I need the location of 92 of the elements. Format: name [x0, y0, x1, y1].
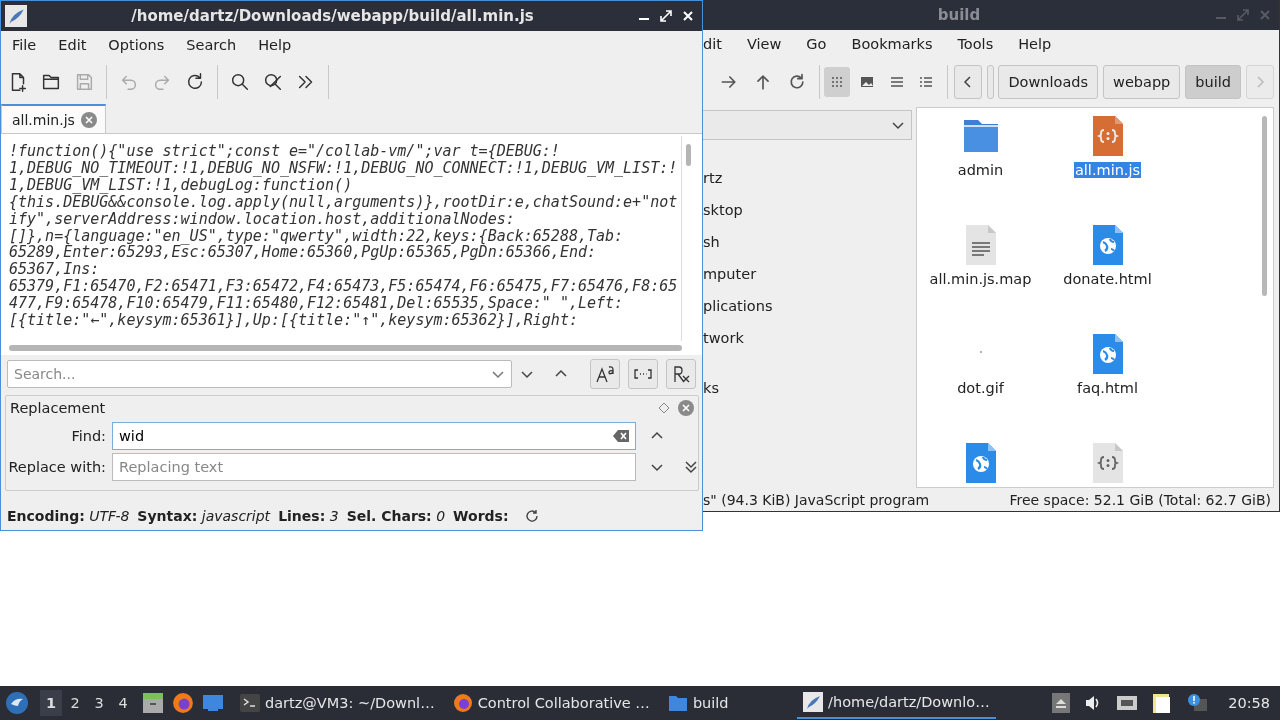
whole-word-icon [633, 367, 653, 381]
taskbar-task[interactable]: dartz@VM3: ~/Downl… [234, 687, 441, 719]
search-icon[interactable] [229, 71, 251, 93]
web-page-icon [1092, 334, 1123, 374]
menu-item[interactable]: Bookmarks [851, 36, 946, 52]
file-name[interactable]: dot.gif [956, 380, 1005, 396]
notification-icon[interactable] [1186, 693, 1209, 713]
workspace-button[interactable]: 3 [88, 690, 110, 716]
match-case-button[interactable] [590, 359, 620, 389]
file-name[interactable]: faq.html [1076, 380, 1139, 396]
file-name[interactable]: donate.html [1062, 271, 1153, 287]
reload-icon[interactable] [787, 72, 807, 92]
path-button[interactable]: build [1185, 65, 1241, 99]
sidebar-item[interactable]: ks [703, 372, 912, 404]
path-button[interactable]: Downloads [998, 65, 1099, 99]
script-file-icon [1092, 116, 1123, 156]
menu-item[interactable]: Options [97, 37, 176, 53]
code-text: !function(){"use strict";const e="/collab-vm/";var t={DEBUG:! 1,DEBUG_NO_TIMEOUT:!1,DEBUG_NO_NSFW:!1,DEBUG_NO_CONNECT:!1,DEBUG_VM_LIST:! 1,DEBUG_VM_LIST:!1,debugLog:function() {this.DEBUG&&console.log.apply(null,arguments)},rootDir:e,chatSound:e+"not ify",serverAddress:window.location.host,additionalNodes: []},n={language:"en_US",type:"qwerty",width:22,keys:{Back:65288,Tab: 65289,Enter:65293,Esc:65307,Home:65360,PgUp:65365,PgDn:65366,End: 65367,Ins: 65379,F1:65470,F2:65471,F3:65472,F4:65473,F5:65474,F6:65475,F7:65476,F8:65 477,F9:65478,F10:65479,F11:65480,F12:65481,Del:65535,Space:" ",Left: [{title:"←",keysym:65361}],Up:[{title:"↑",keysym:65362}],Right: [8, 141, 679, 332]
file-name[interactable]: all.min.js [1073, 162, 1142, 178]
menu-item[interactable]: dit [703, 36, 735, 52]
status-text: s" (94.3 KiB) JavaScript program [703, 492, 930, 508]
status-item: Syntax: javascript [137, 508, 271, 524]
window-title: /home/dartz/Downloads/webapp/build/all.min.js [130, 7, 535, 25]
sidebar-item[interactable]: twork [703, 322, 912, 354]
sidebar-item[interactable]: plications [703, 290, 912, 322]
close-tab-icon[interactable] [80, 111, 97, 128]
scrollbar-thumb[interactable] [1262, 116, 1267, 296]
clock: 20:58 [1228, 695, 1270, 711]
taskbar-task[interactable]: /home/dartz/Downlo… [797, 687, 996, 719]
text-editor-icon [5, 5, 27, 27]
close-panel-icon[interactable] [678, 400, 694, 416]
taskbar-task[interactable]: Control Collaborative … [446, 687, 656, 719]
terminal-icon [240, 694, 260, 712]
menu-item[interactable]: Go [806, 36, 840, 52]
file-name[interactable]: admin [956, 162, 1005, 178]
regex-button[interactable] [666, 359, 696, 389]
menu-item[interactable]: View [746, 36, 795, 52]
browser-icon [452, 693, 473, 713]
sidebar-item[interactable]: mputer [703, 258, 912, 290]
view-mode-button[interactable] [823, 67, 850, 97]
folder-icon [963, 120, 998, 152]
file-tab[interactable]: all.min.js [1, 104, 106, 133]
scrollbar-thumb[interactable] [9, 345, 682, 351]
menu-item[interactable]: File [1, 37, 48, 53]
menu-item[interactable]: Edit [47, 37, 98, 53]
text-file-icon [965, 225, 996, 265]
free-space-text: Free space: 52.1 GiB (Total: 62.7 GiB) [1009, 492, 1271, 508]
window-title: build [936, 6, 982, 24]
status-item: Lines: 3 [278, 508, 339, 524]
scrollbar-thumb[interactable] [686, 144, 691, 166]
app-menu-icon[interactable] [6, 692, 28, 714]
replace-all-icon[interactable] [684, 459, 698, 474]
eject-icon[interactable] [1052, 693, 1071, 713]
file-name[interactable]: all.min.js.map [928, 271, 1033, 287]
refresh-icon[interactable] [524, 509, 539, 523]
whole-word-button[interactable] [628, 359, 658, 389]
workspace-button[interactable]: 4 [112, 690, 134, 716]
path-button[interactable]: webapp [1103, 65, 1181, 99]
web-page-icon [1092, 225, 1123, 265]
compact-view-icon [888, 74, 905, 90]
menu-item[interactable]: Search [175, 37, 248, 53]
regex-icon [671, 364, 691, 384]
find-label: Find: [70, 427, 107, 444]
taskbar-task[interactable]: build [661, 687, 735, 719]
menu-item[interactable]: Help [247, 37, 303, 53]
clear-icon[interactable] [613, 429, 629, 442]
find-replace-icon[interactable] [262, 71, 284, 93]
sidebar-item[interactable]: sktop [703, 194, 912, 226]
detail-view-icon [918, 74, 935, 90]
workspace-button[interactable]: 2 [64, 690, 86, 716]
web-page-icon [965, 443, 996, 483]
browser-icon[interactable] [172, 692, 194, 714]
folder-icon [667, 694, 688, 712]
match-case-icon [595, 364, 615, 384]
sidebar-item[interactable]: rtz [703, 162, 912, 194]
text-editor-icon [803, 692, 824, 712]
status-item: Sel. Chars: 0 [346, 508, 446, 524]
network-icon[interactable] [1116, 694, 1139, 712]
panel-title: Replacement [10, 400, 107, 416]
status-item: Encoding: UTF-8 [7, 508, 130, 524]
float-icon[interactable] [658, 402, 670, 414]
clipboard-icon[interactable] [1152, 692, 1173, 714]
replace-label: Replace with: [7, 458, 107, 475]
script-file-icon [1092, 443, 1123, 483]
menu-item[interactable]: Tools [957, 36, 1007, 52]
desktop-icon[interactable] [202, 693, 224, 713]
workspace-button[interactable]: 1 [40, 690, 62, 716]
file-cabinet-icon[interactable] [142, 692, 164, 714]
status-item: Words: [453, 508, 509, 524]
thumbnail-view-icon [858, 74, 875, 90]
menu-item[interactable]: Help [1018, 36, 1065, 52]
sidebar-item[interactable]: sh [703, 226, 912, 258]
